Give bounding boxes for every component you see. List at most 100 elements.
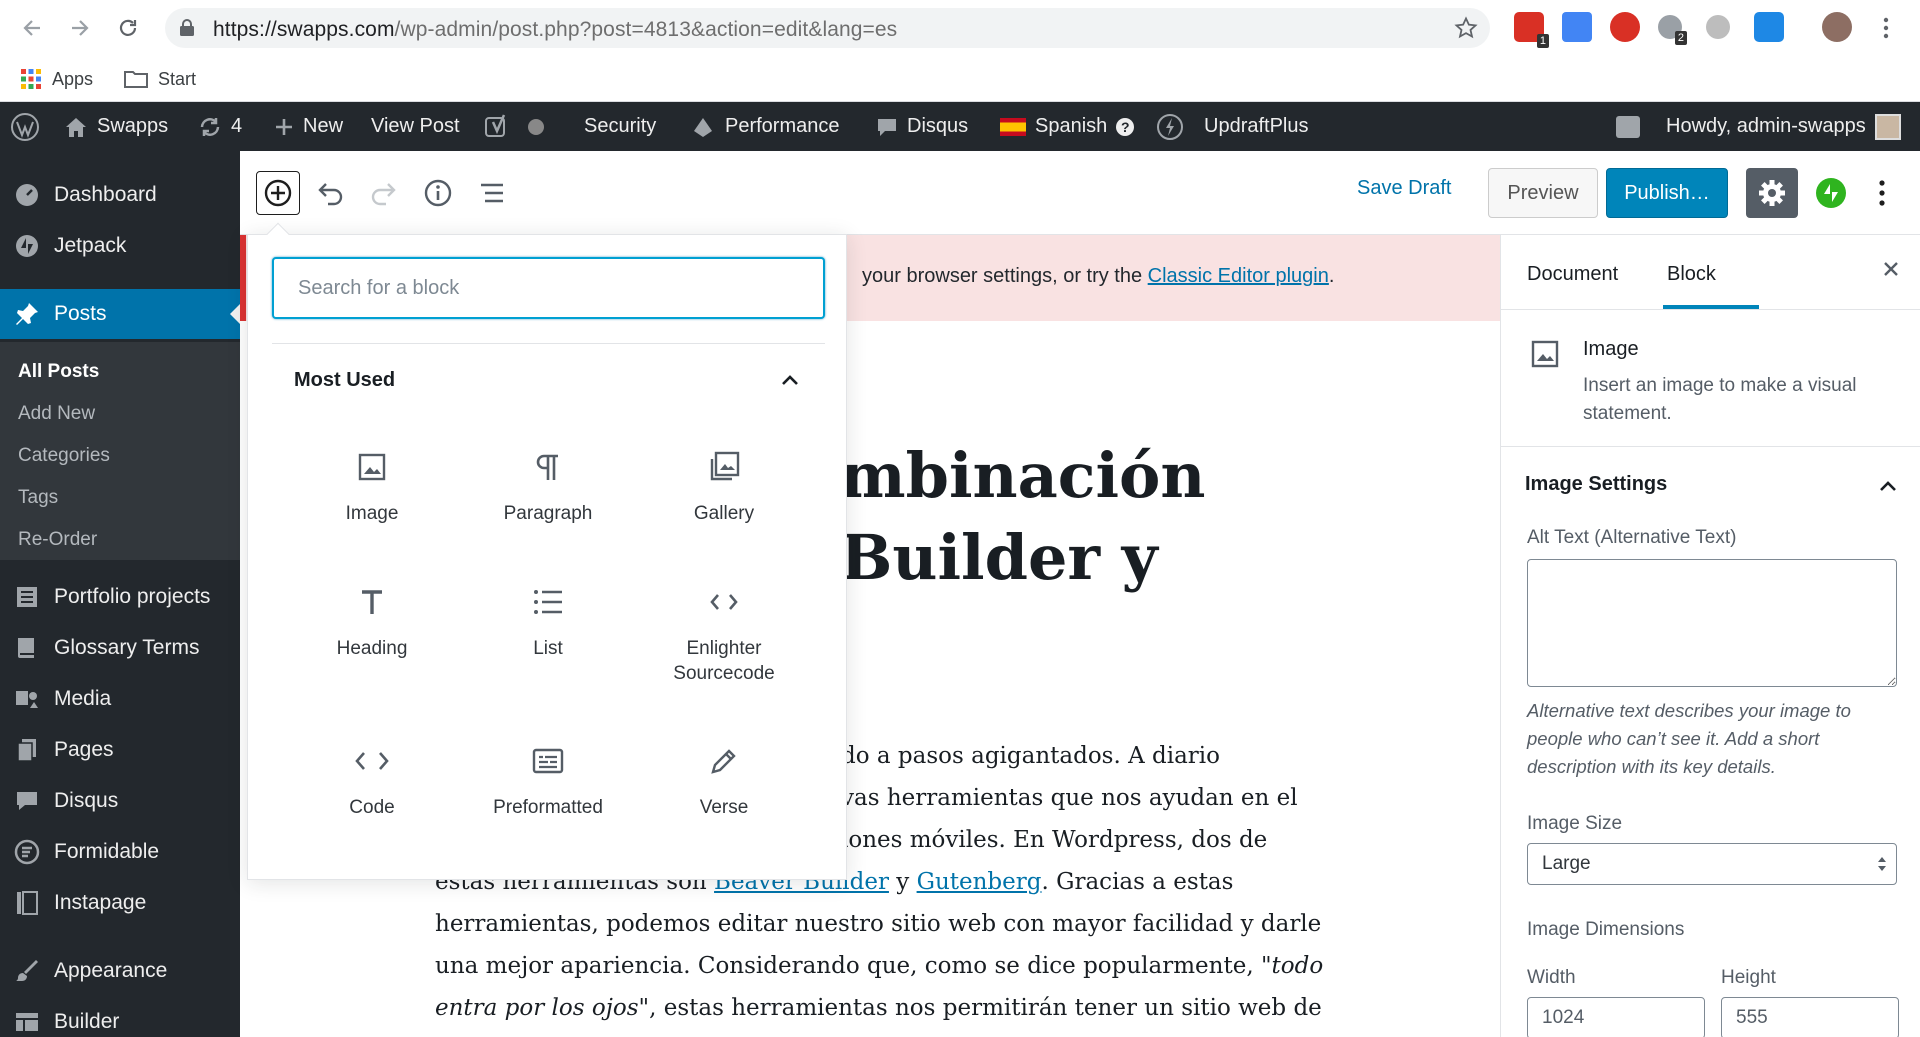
sidebar-item-label: Builder [54, 1010, 120, 1033]
sidebar-item-appearance[interactable]: Appearance [0, 946, 240, 996]
extension-lock-icon[interactable]: 2 [1658, 15, 1687, 45]
browser-menu-icon[interactable] [1870, 12, 1902, 44]
bookmark-star-icon[interactable] [1454, 16, 1478, 40]
image-settings-heading[interactable]: Image Settings [1525, 473, 1667, 496]
admin-bar-security[interactable]: Security [584, 102, 656, 151]
post-title[interactable]: mbinación Builder y [840, 435, 1400, 599]
forward-icon[interactable] [64, 12, 96, 44]
settings-button[interactable] [1746, 168, 1798, 218]
more-options-icon[interactable] [1870, 175, 1894, 211]
block-item-heading[interactable]: Heading [284, 572, 460, 702]
extension-calendar-icon[interactable]: 1 [1514, 12, 1549, 48]
block-item-preformatted[interactable]: Preformatted [460, 731, 636, 861]
height-label: Height [1721, 967, 1776, 988]
gutenberg-link[interactable]: Gutenberg [917, 869, 1042, 895]
height-input[interactable]: 555 [1721, 997, 1899, 1037]
reload-icon[interactable] [112, 12, 144, 44]
heading-icon [354, 584, 390, 620]
block-item-code[interactable]: Code [284, 731, 460, 861]
paragraph-line: entra por los ojos", estas herramientas … [435, 987, 1335, 1029]
bookmark-start[interactable]: Start [124, 64, 196, 94]
sidebar-item-instapage[interactable]: Instapage [0, 878, 240, 928]
chevron-up-icon[interactable] [779, 369, 801, 391]
block-navigation-icon[interactable] [474, 175, 510, 211]
site-name: Swapps [97, 115, 169, 137]
preview-button[interactable]: Preview [1488, 168, 1598, 218]
admin-bar-language[interactable]: Spanish ? [1000, 102, 1135, 151]
wordpress-logo-icon[interactable] [10, 102, 40, 151]
back-icon[interactable] [16, 12, 48, 44]
admin-bar-site[interactable]: Swapps [64, 102, 168, 151]
alt-text-field[interactable] [1527, 559, 1897, 687]
submenu-all-posts[interactable]: All Posts [18, 361, 99, 383]
width-input[interactable]: 1024 [1527, 997, 1705, 1037]
info-icon[interactable] [420, 175, 456, 211]
admin-bar-account[interactable]: Howdy, admin-swapps [1666, 102, 1901, 151]
block-item-verse[interactable]: Verse [636, 731, 812, 861]
admin-bar-new[interactable]: New [274, 102, 343, 151]
publish-button[interactable]: Publish… [1606, 168, 1728, 218]
most-used-heading[interactable]: Most Used [294, 369, 395, 392]
sidebar-item-media[interactable]: Media [0, 674, 240, 724]
translate-icon[interactable] [1562, 12, 1592, 42]
sidebar-item-portfolio-projects[interactable]: Portfolio projects [0, 572, 240, 622]
admin-bar-view-post[interactable]: View Post [371, 102, 460, 151]
media-icon [14, 686, 40, 712]
submenu-categories[interactable]: Categories [18, 445, 110, 467]
sidebar-item-label: Dashboard [54, 183, 157, 206]
extension-gear-icon[interactable] [1706, 15, 1730, 39]
power-icon[interactable] [1610, 12, 1640, 42]
tab-document[interactable]: Document [1527, 263, 1618, 286]
tab-block[interactable]: Block [1667, 263, 1716, 286]
code-icon [706, 584, 742, 620]
sidebar-item-glossary-terms[interactable]: Glossary Terms [0, 623, 240, 673]
sidebar-item-dashboard[interactable]: Dashboard [0, 170, 240, 220]
block-search-input[interactable] [272, 257, 825, 319]
extension-screen-icon[interactable] [1754, 12, 1784, 42]
block-item-list[interactable]: List [460, 572, 636, 702]
admin-bar-updraftplus[interactable]: UpdraftPlus [1204, 102, 1309, 151]
block-item-image[interactable]: Image [284, 437, 460, 567]
select-arrows-icon [1876, 854, 1888, 874]
profile-avatar[interactable] [1822, 12, 1852, 42]
language-label: Spanish [1035, 115, 1108, 137]
address-bar[interactable]: https://swapps.com/wp-admin/post.php?pos… [165, 8, 1490, 48]
undo-icon[interactable] [312, 175, 348, 211]
jetpack-button[interactable] [1816, 178, 1846, 208]
block-item-enlighter-sourcecode[interactable]: Enlighter Sourcecode [636, 572, 812, 702]
block-item-label: Image [345, 503, 399, 524]
sidebar-item-pages[interactable]: Pages [0, 725, 240, 775]
sidebar-item-posts[interactable]: Posts [0, 289, 240, 339]
sidebar-item-formidable[interactable]: Formidable [0, 827, 240, 877]
yoast-icon[interactable] [484, 102, 510, 151]
sidebar-item-jetpack[interactable]: Jetpack [0, 221, 240, 271]
sidebar-item-disqus[interactable]: Disqus [0, 776, 240, 826]
seo-status-dot-icon [528, 102, 544, 151]
submenu-re-order[interactable]: Re-Order [18, 529, 97, 551]
submenu-tags[interactable]: Tags [18, 487, 58, 509]
brush-icon [14, 958, 40, 984]
sidebar-item-label: Instapage [54, 891, 147, 914]
save-draft-button[interactable]: Save Draft [1357, 177, 1451, 200]
block-item-paragraph[interactable]: Paragraph [460, 437, 636, 567]
close-icon[interactable] [1881, 259, 1901, 279]
bookmark-apps[interactable]: Apps [20, 64, 93, 94]
submenu-add-new[interactable]: Add New [18, 403, 95, 425]
admin-bar-disqus[interactable]: Disqus [876, 102, 968, 151]
lightning-icon[interactable] [1156, 102, 1184, 151]
sidebar-item-builder[interactable]: Builder [0, 997, 240, 1037]
preformatted-icon [530, 743, 566, 779]
notice-end: . [1328, 265, 1335, 287]
chevron-up-icon[interactable] [1877, 475, 1899, 497]
add-block-button[interactable] [256, 171, 300, 215]
url-host: https://swapps.com [213, 18, 395, 41]
italic-run: entra por los ojos" [435, 995, 650, 1021]
redo-icon[interactable] [366, 175, 402, 211]
admin-bar-updates[interactable]: 4 [198, 102, 242, 151]
admin-bar-performance[interactable]: Performance [690, 102, 840, 151]
notifications-icon[interactable] [1616, 102, 1640, 151]
classic-editor-link[interactable]: Classic Editor plugin [1148, 265, 1329, 287]
block-item-gallery[interactable]: Gallery [636, 437, 812, 567]
builder-icon [14, 1009, 40, 1035]
image-size-select[interactable]: Large [1527, 843, 1897, 885]
